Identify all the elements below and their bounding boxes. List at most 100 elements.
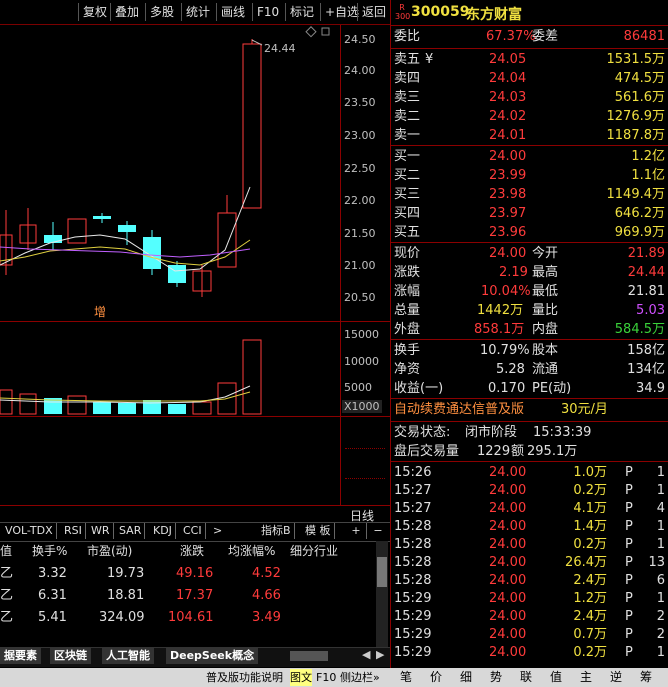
stat-row: 外盘 858.1万 内盘 584.5万 bbox=[394, 322, 665, 337]
table-row[interactable]: 乙 6.31 18.81 17.37 4.66 bbox=[0, 586, 380, 606]
axis-label: 5000 bbox=[344, 381, 372, 394]
tick-row[interactable]: 15:26 24.00 1.0万 P 1 bbox=[391, 464, 668, 482]
stock-code: 300059 bbox=[411, 4, 470, 20]
sell4-row[interactable]: 卖四 24.04 474.5万 bbox=[391, 70, 668, 88]
btn-zhi[interactable]: 值 bbox=[542, 668, 570, 687]
tick-p: 24.00 bbox=[489, 501, 527, 516]
tab-more-icon[interactable]: > bbox=[210, 523, 225, 539]
tab-sar[interactable]: SAR bbox=[116, 523, 146, 539]
btn-zhu[interactable]: 主 bbox=[572, 668, 600, 687]
tick-row[interactable]: 15:29 24.00 2.4万 P 2 bbox=[391, 608, 668, 626]
btn-bi[interactable]: 笔 bbox=[392, 668, 420, 687]
axis-label: 22.00 bbox=[344, 194, 376, 207]
template-button[interactable]: 模 板 bbox=[302, 523, 335, 539]
f10-button[interactable]: F10 bbox=[252, 3, 283, 21]
tick-row[interactable]: 15:28 24.00 0.2万 P 1 bbox=[391, 536, 668, 554]
tick-v: 1.4万 bbox=[573, 519, 607, 534]
sidebar-toggle[interactable]: 侧边栏» bbox=[340, 669, 380, 686]
axis-label: 23.00 bbox=[344, 129, 376, 142]
tick-f: P bbox=[625, 537, 633, 552]
back-button[interactable]: 返回 bbox=[357, 3, 390, 21]
stats-button[interactable]: 统计 bbox=[181, 3, 214, 21]
tick-row[interactable]: 15:28 24.00 1.4万 P 1 bbox=[391, 518, 668, 536]
tab-rsi[interactable]: RSI bbox=[61, 523, 86, 539]
graphic-text-button[interactable]: 图文 bbox=[290, 669, 312, 686]
table-scrollbar[interactable] bbox=[376, 541, 388, 647]
table-row[interactable]: 乙 5.41 324.09 104.61 3.49 bbox=[0, 608, 380, 628]
tick-row[interactable]: 15:27 24.00 0.2万 P 1 bbox=[391, 482, 668, 500]
btn-lian[interactable]: 联 bbox=[512, 668, 540, 687]
btn-xi[interactable]: 细 bbox=[452, 668, 480, 687]
btn-jia[interactable]: 价 bbox=[422, 668, 450, 687]
finance-row: 换手 10.79% 股本 158亿 bbox=[394, 343, 665, 358]
sell3-row[interactable]: 卖三 24.03 561.6万 bbox=[391, 89, 668, 107]
btn-chou[interactable]: 筹 bbox=[632, 668, 660, 687]
tick-row[interactable]: 15:29 24.00 0.7万 P 2 bbox=[391, 626, 668, 644]
table-row[interactable]: 乙 3.32 19.73 49.16 4.52 bbox=[0, 564, 380, 584]
volume-chart[interactable] bbox=[0, 322, 340, 416]
tick-row[interactable]: 15:28 24.00 2.4万 P 6 bbox=[391, 572, 668, 590]
tick-f: P bbox=[625, 501, 633, 516]
axis-label: 21.50 bbox=[344, 227, 376, 240]
promo-banner[interactable]: 自动续费通达信普及版 30元/月 bbox=[391, 401, 668, 419]
tick-t: 15:28 bbox=[394, 519, 432, 534]
tick-v: 0.2万 bbox=[573, 645, 607, 660]
tick-row[interactable]: 15:28 24.00 26.4万 P 13 bbox=[391, 554, 668, 572]
btn-ni[interactable]: 逆 bbox=[602, 668, 630, 687]
buy4-row[interactable]: 买四 23.97 646.2万 bbox=[391, 205, 668, 223]
diamond-icon[interactable] bbox=[305, 26, 317, 38]
tab-deepseek[interactable]: DeepSeek概念 bbox=[166, 648, 259, 664]
scroll-left-icon[interactable]: ◀ bbox=[362, 648, 370, 661]
square-icon[interactable] bbox=[321, 27, 330, 36]
sell1-row[interactable]: 卖一 24.01 1187.8万 bbox=[391, 127, 668, 145]
sell5-row[interactable]: 卖五 ¥ 24.05 1531.5万 bbox=[391, 51, 668, 69]
zoom-out-button[interactable]: − bbox=[368, 523, 388, 539]
h-scroll-thumb[interactable] bbox=[290, 651, 328, 661]
tab-wr[interactable]: WR bbox=[88, 523, 114, 539]
tick-v: 2.4万 bbox=[573, 609, 607, 624]
tick-t: 15:29 bbox=[394, 591, 432, 606]
tick-v: 26.4万 bbox=[565, 555, 607, 570]
event-marker[interactable]: 增 bbox=[94, 303, 106, 320]
zoom-in-button[interactable]: + bbox=[346, 523, 367, 539]
tick-v: 2.4万 bbox=[573, 573, 607, 588]
tab-kdj[interactable]: KDJ bbox=[150, 523, 176, 539]
tick-n: 2 bbox=[656, 609, 665, 624]
overlay-button[interactable]: 叠加 bbox=[110, 3, 143, 21]
btn-shi[interactable]: 势 bbox=[482, 668, 510, 687]
buy5-row[interactable]: 买五 23.96 969.9万 bbox=[391, 224, 668, 242]
draw-line-button[interactable]: 画线 bbox=[216, 3, 249, 21]
tick-t: 15:28 bbox=[394, 537, 432, 552]
tick-row[interactable]: 15:27 24.00 4.1万 P 4 bbox=[391, 500, 668, 518]
tick-row[interactable]: 15:29 24.00 1.2万 P 1 bbox=[391, 590, 668, 608]
buy2-row[interactable]: 买二 23.99 1.1亿 bbox=[391, 167, 668, 185]
help-link[interactable]: 普及版功能说明 bbox=[206, 669, 283, 686]
tick-f: P bbox=[625, 627, 633, 642]
tick-p: 24.00 bbox=[489, 591, 527, 606]
tick-f: P bbox=[625, 645, 633, 660]
sell2-row[interactable]: 卖二 24.02 1276.9万 bbox=[391, 108, 668, 126]
buy3-row[interactable]: 买三 23.98 1149.4万 bbox=[391, 186, 668, 204]
price-chart[interactable] bbox=[0, 25, 340, 321]
mark-button[interactable]: 标记 bbox=[285, 3, 318, 21]
tab-data-elements[interactable]: 据要素 bbox=[0, 648, 41, 664]
tick-p: 24.00 bbox=[489, 573, 527, 588]
tick-row[interactable]: 15:29 24.00 0.2万 P 1 bbox=[391, 644, 668, 662]
status-f10-button[interactable]: F10 bbox=[316, 669, 336, 686]
tick-n: 1 bbox=[656, 645, 665, 660]
tick-v: 4.1万 bbox=[573, 501, 607, 516]
buy1-row[interactable]: 买一 24.00 1.2亿 bbox=[391, 148, 668, 166]
tick-t: 15:29 bbox=[394, 609, 432, 624]
market-badge: R 300 bbox=[395, 3, 411, 21]
tab-ai[interactable]: 人工智能 bbox=[102, 648, 154, 664]
tab-blockchain[interactable]: 区块链 bbox=[50, 648, 91, 664]
scroll-thumb[interactable] bbox=[377, 557, 387, 587]
finance-row: 净资 5.28 流通 134亿 bbox=[394, 362, 665, 377]
scroll-right-icon[interactable]: ▶ bbox=[376, 648, 384, 661]
fuquan-button[interactable]: 复权 bbox=[78, 3, 111, 21]
tab-cci[interactable]: CCI bbox=[180, 523, 206, 539]
tab-vol-tdx[interactable]: VOL-TDX bbox=[2, 523, 57, 539]
tick-p: 24.00 bbox=[489, 555, 527, 570]
indicator-b-button[interactable]: 指标B bbox=[258, 523, 295, 539]
multi-stock-button[interactable]: 多股 bbox=[145, 3, 178, 21]
